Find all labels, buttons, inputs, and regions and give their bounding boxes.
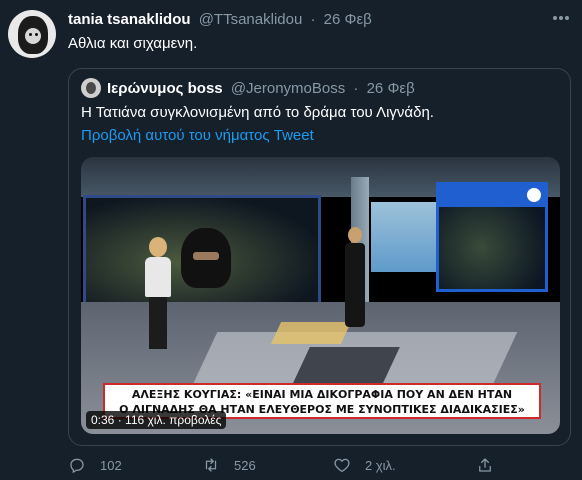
video-views: 116 χιλ. προβολές xyxy=(125,413,222,427)
reply-count: 102 xyxy=(100,457,122,473)
presenter-left xyxy=(143,237,173,349)
views-separator: · xyxy=(117,413,122,427)
presenter-left-body xyxy=(145,257,171,297)
tweet-header: tania tsanaklidou @TTsanaklidou · 26 Φεβ xyxy=(68,11,372,28)
video-duration: 0:36 xyxy=(91,413,115,427)
retweet-count: 526 xyxy=(234,457,256,473)
like-count: 2 χιλ. xyxy=(365,457,396,473)
floor-panel xyxy=(292,347,400,385)
studio-screen-right xyxy=(436,182,548,292)
retweet-icon xyxy=(205,458,217,472)
tweet-actions: 102 526 2 χιλ. xyxy=(68,455,498,475)
author-handle[interactable]: @TTsanaklidou xyxy=(199,11,303,28)
channel-badge-icon xyxy=(527,188,541,202)
header-separator: · xyxy=(310,11,316,28)
author-name[interactable]: tania tsanaklidou xyxy=(68,11,191,28)
floor-accent xyxy=(270,322,352,344)
share-button[interactable] xyxy=(476,455,508,475)
show-thread-link[interactable]: Προβολή αυτού του νήματος Tweet xyxy=(81,127,314,144)
like-button[interactable]: 2 χιλ. xyxy=(333,455,396,475)
quoted-tweet-header: Ιερώνυμος boss @JeronymoBoss · 26 Φεβ xyxy=(107,80,415,97)
quoted-tweet-text: Η Τατιάνα συγκλονισμένη από το δράμα του… xyxy=(81,104,434,121)
presenter-right-head xyxy=(348,227,362,243)
quoted-tweet-date[interactable]: 26 Φεβ xyxy=(367,80,415,97)
quoted-header-separator: · xyxy=(353,80,359,97)
quoted-tweet[interactable]: Ιερώνυμος boss @JeronymoBoss · 26 Φεβ Η … xyxy=(68,68,571,446)
video-player[interactable]: ΑΛΕΞΗΣ ΚΟΥΓΙΑΣ: «ΕΙΝΑΙ ΜΙΑ ΔΙΚΟΓΡΑΦΙΑ ΠΟ… xyxy=(81,157,560,434)
quoted-author-name[interactable]: Ιερώνυμος boss xyxy=(107,80,223,97)
studio-screen-left xyxy=(83,195,321,307)
tweet-text: Αθλια και σιχαμενη. xyxy=(68,35,198,52)
reply-icon xyxy=(70,458,84,474)
ticker-line-1: ΑΛΕΞΗΣ ΚΟΥΓΙΑΣ: «ΕΙΝΑΙ ΜΙΑ ΔΙΚΟΓΡΑΦΙΑ ΠΟ… xyxy=(131,388,513,401)
retweet-button[interactable]: 526 xyxy=(202,455,256,475)
quoted-author-handle[interactable]: @JeronymoBoss xyxy=(231,80,345,97)
quoted-author-avatar[interactable] xyxy=(81,78,101,98)
more-icon[interactable] xyxy=(552,8,570,26)
avatar-image xyxy=(18,16,48,54)
video-stats-badge: 0:36 · 116 χιλ. προβολές xyxy=(86,411,227,429)
reply-button[interactable]: 102 xyxy=(68,455,122,475)
presenter-right xyxy=(343,227,367,327)
author-avatar[interactable] xyxy=(8,10,56,58)
presenter-left-head xyxy=(149,237,167,257)
studio-light-panel xyxy=(371,202,436,272)
presenter-left-legs xyxy=(149,297,167,349)
presenter-right-body xyxy=(345,243,365,327)
share-icon xyxy=(479,458,491,472)
heart-icon xyxy=(334,458,350,473)
tweet-date[interactable]: 26 Φεβ xyxy=(324,11,372,28)
masked-figure xyxy=(181,228,231,288)
